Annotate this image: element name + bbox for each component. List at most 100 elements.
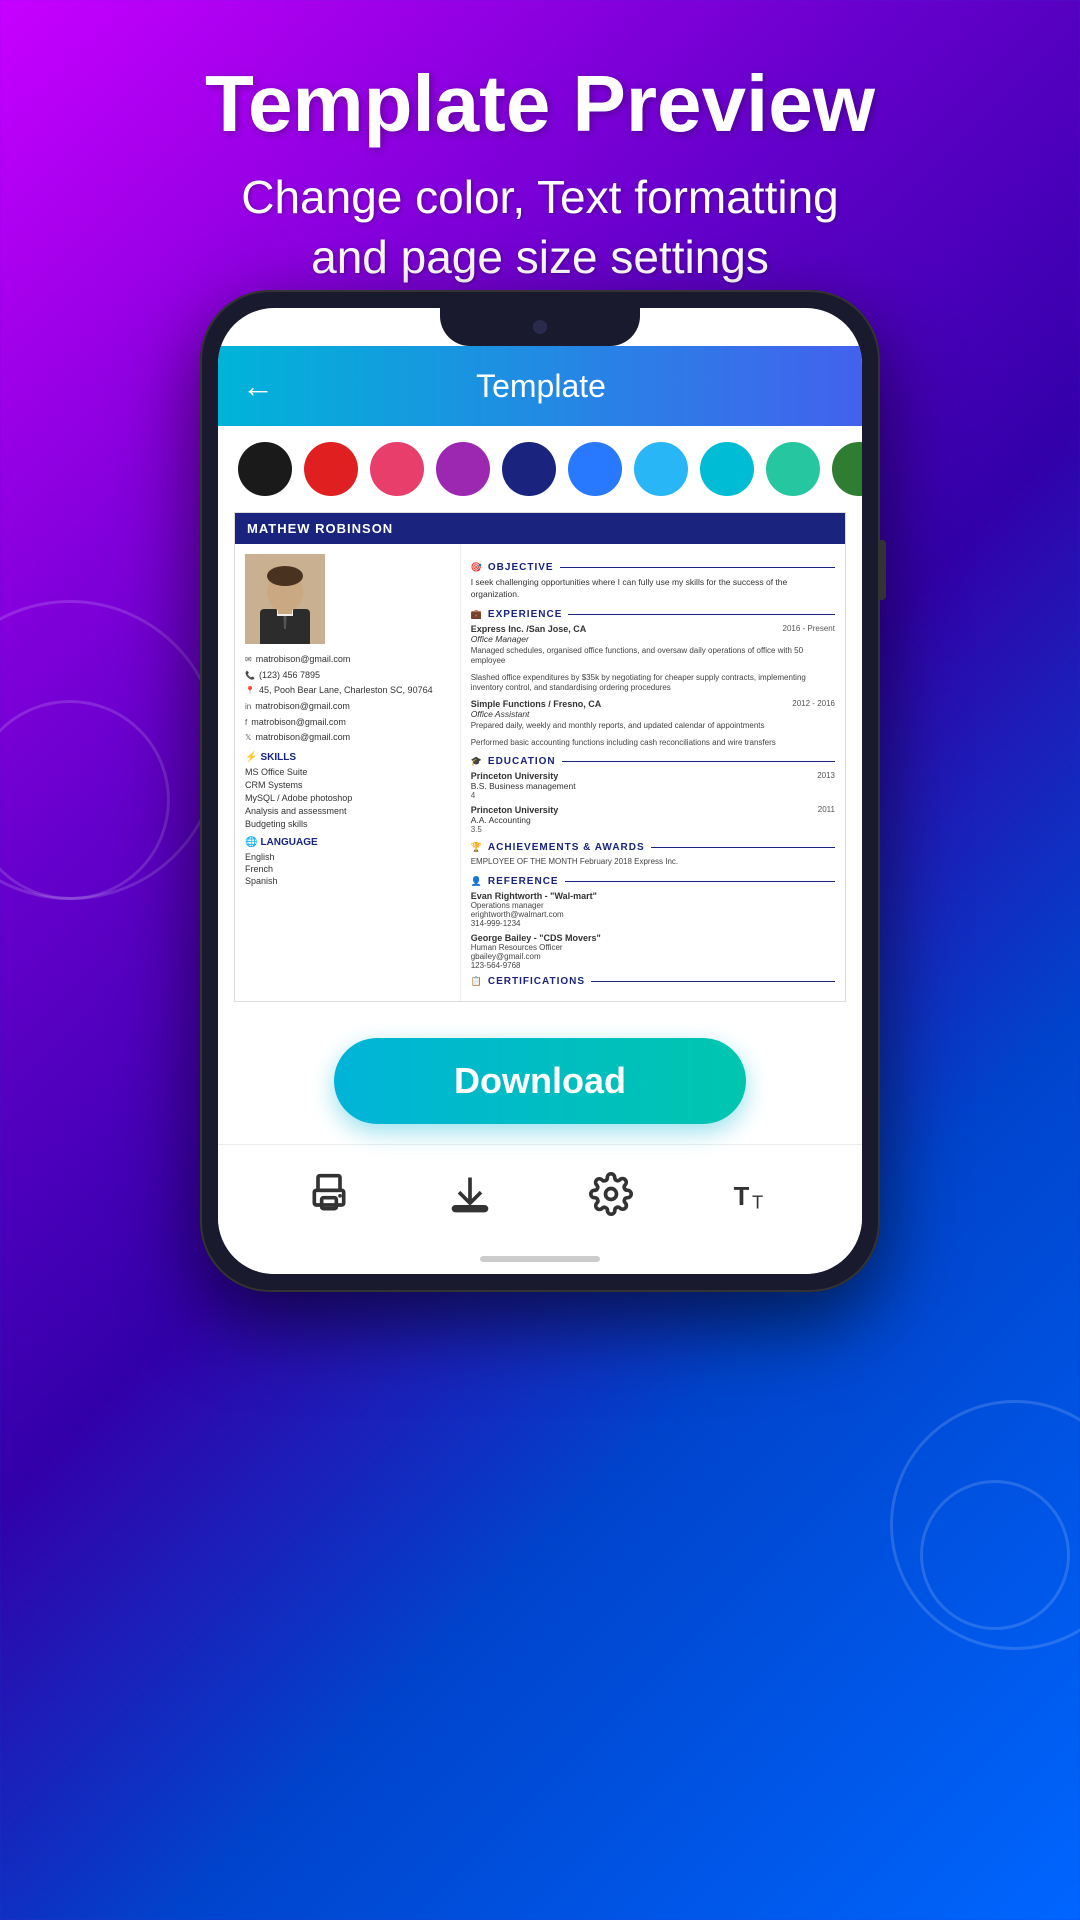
exp-desc-2b: Performed basic accounting functions inc… [471,738,835,748]
phone-mockup: ← Template MATHEW ROBINSON [200,290,880,1292]
back-button[interactable]: ← [242,368,274,405]
color-cyan[interactable] [700,442,754,496]
edu-school-1: Princeton University [471,771,559,781]
resume-body: ✉ matrobison@gmail.com 📞 (123) 456 7895 … [235,544,845,1001]
ref-email-1: erightworth@walmart.com [471,910,835,919]
exp-desc-1: Managed schedules, organised office func… [471,646,835,667]
exp-title-2: Office Assistant [471,709,835,719]
exp-desc-1b: Slashed office expenditures by $35k by n… [471,673,835,694]
resume-left-col: ✉ matrobison@gmail.com 📞 (123) 456 7895 … [235,544,461,1001]
color-teal[interactable] [766,442,820,496]
download-button[interactable]: Download [334,1038,746,1124]
side-button [880,540,886,600]
contact-twitter: 𝕏 matrobison@gmail.com [245,732,450,744]
experience-label: EXPERIENCE [488,609,562,620]
edu-date-1: 2013 [817,771,835,780]
twitter-icon: 𝕏 [245,733,251,743]
contact-linkedin: in matrobison@gmail.com [245,701,450,713]
skill-5: Budgeting skills [245,819,450,829]
person-silhouette [245,554,325,644]
color-dark-green[interactable] [832,442,862,496]
bottom-nav: T T [218,1144,862,1244]
phone-icon: 📞 [245,671,255,681]
edu-school-2: Princeton University [471,805,559,815]
phone-bottom-bar [218,1244,862,1274]
email-icon: ✉ [245,655,252,665]
exp-date-1: 2016 - Present [783,624,835,633]
edu-date-2: 2011 [818,805,835,814]
ref-name-2: George Bailey - "CDS Movers" [471,933,835,943]
color-red[interactable] [304,442,358,496]
certifications-section-header: 📋 CERTIFICATIONS [471,976,835,987]
ref-title-1: Operations manager [471,901,835,910]
contact-address: 📍 45, Pooh Bear Lane, Charleston SC, 907… [245,685,450,697]
edu-gpa-2: 3.5 [471,825,835,834]
subtitle: Change color, Text formattingand page si… [60,168,1020,288]
lang-1: English [245,852,450,862]
objective-line [560,567,835,568]
reference-label: REFERENCE [488,876,559,887]
color-pink[interactable] [370,442,424,496]
color-palette [218,426,862,512]
nav-settings[interactable] [589,1172,633,1216]
exp-job-1-header: Express Inc. /San Jose, CA 2016 - Presen… [471,624,835,634]
phone-notch [440,308,640,346]
education-line [562,761,835,762]
nav-print[interactable] [307,1172,351,1216]
achievements-label: ACHIEVEMENTS & AWARDS [488,842,645,853]
svg-text:T: T [733,1183,749,1211]
objective-icon: 🎯 [471,562,482,573]
main-title: Template Preview [60,60,1020,148]
objective-section-header: 🎯 OBJECTIVE [471,562,835,573]
certifications-line [591,981,835,982]
nav-text-size[interactable]: T T [730,1172,774,1216]
nav-download[interactable] [448,1172,492,1216]
exp-company-1: Express Inc. /San Jose, CA [471,624,587,634]
skill-2: CRM Systems [245,780,450,790]
reference-line [565,881,835,882]
ref-phone-2: 123-564-9768 [471,961,835,970]
location-icon: 📍 [245,686,255,696]
language-section-title: 🌐 LANGUAGE [245,837,450,848]
reference-section-header: 👤 REFERENCE [471,876,835,887]
contact-phone: 📞 (123) 456 7895 [245,670,450,682]
lang-2: French [245,864,450,874]
ref-email-2: gbailey@gmail.com [471,952,835,961]
edu-degree-2: A.A. Accounting [471,815,835,825]
exp-date-2: 2012 - 2016 [792,699,835,708]
linkedin-icon: in [245,702,251,712]
education-icon: 🎓 [471,756,482,767]
education-label: EDUCATION [488,756,556,767]
experience-line [568,614,835,615]
achievement-1: EMPLOYEE OF THE MONTH February 2018 Expr… [471,857,835,867]
printer-icon [307,1172,351,1216]
color-blue[interactable] [568,442,622,496]
color-purple[interactable] [436,442,490,496]
skill-4: Analysis and assessment [245,806,450,816]
download-section: Download [218,1018,862,1144]
resume-right-col: 🎯 OBJECTIVE I seek challenging opportuni… [461,544,845,1001]
certifications-label: CERTIFICATIONS [488,976,585,987]
exp-desc-2: Prepared daily, weekly and monthly repor… [471,721,835,731]
edu-2-header: Princeton University 2011 [471,805,835,815]
resume-preview: MATHEW ROBINSON [234,512,846,1002]
exp-title-1: Office Manager [471,634,835,644]
download-icon [448,1172,492,1216]
reference-icon: 👤 [471,876,482,887]
edu-gpa-1: 4 [471,791,835,800]
lang-3: Spanish [245,876,450,886]
ref-title-2: Human Resources Officer [471,943,835,952]
exp-job-2-header: Simple Functions / Fresno, CA 2012 - 201… [471,699,835,709]
facebook-icon: f [245,718,247,728]
camera-dot [533,320,547,334]
color-navy[interactable] [502,442,556,496]
header-section: Template Preview Change color, Text form… [0,0,1080,318]
resume-photo [245,554,325,644]
app-header: ← Template [218,346,862,426]
color-black[interactable] [238,442,292,496]
color-light-blue[interactable] [634,442,688,496]
contact-email: ✉ matrobison@gmail.com [245,654,450,666]
skills-section-title: ⚡ SKILLS [245,752,450,763]
resume-name: MATHEW ROBINSON [235,513,845,544]
experience-section-header: 💼 EXPERIENCE [471,609,835,620]
